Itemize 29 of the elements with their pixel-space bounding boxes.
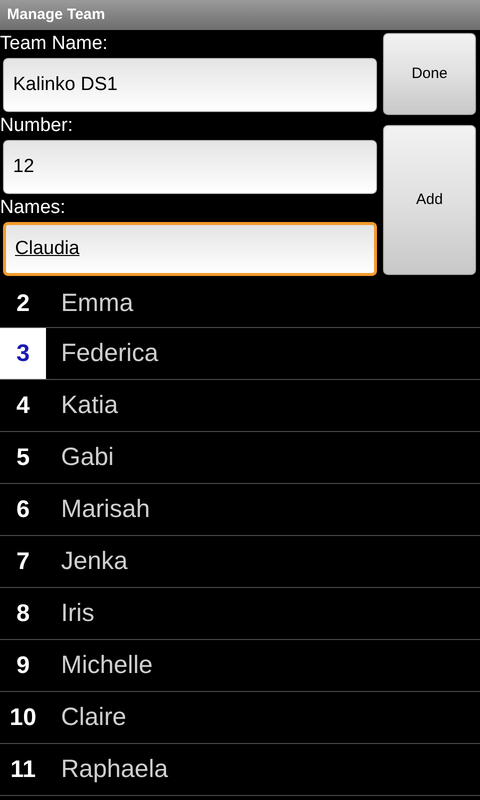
player-number[interactable]: 11 [0,744,46,795]
player-number[interactable]: 8 [0,588,46,639]
player-name[interactable]: Iris [46,588,94,639]
input-field[interactable]: Claudia [3,222,377,276]
player-number[interactable]: 7 [0,536,46,587]
action-button[interactable]: Done [383,33,476,115]
player-number[interactable]: 5 [0,432,46,483]
field-label: Names: [0,196,66,220]
player-name[interactable]: Federica [46,328,158,379]
player-name[interactable]: Emma [46,280,134,327]
player-name[interactable]: Raphaela [46,744,168,795]
player-number[interactable]: 6 [0,484,46,535]
player-name[interactable]: Katia [46,380,118,431]
field-label: Team Name: [0,32,109,56]
input-field[interactable]: Kalinko DS1 [3,58,377,112]
player-number[interactable]: 3 [0,328,46,379]
window-title: Manage Team [7,4,106,25]
player-name[interactable]: Claire [46,692,126,743]
player-number[interactable]: 10 [0,692,46,743]
player-number[interactable]: 2 [0,280,46,327]
field-label: Number: [0,114,74,138]
action-button[interactable]: Add [383,125,476,275]
player-name[interactable]: Jenka [46,536,128,587]
player-name[interactable]: Michelle [46,640,153,691]
player-number[interactable]: 4 [0,380,46,431]
player-number[interactable]: 9 [0,640,46,691]
input-field[interactable]: 12 [3,140,377,194]
player-name[interactable]: Marisah [46,484,150,535]
player-name[interactable]: Gabi [46,432,114,483]
